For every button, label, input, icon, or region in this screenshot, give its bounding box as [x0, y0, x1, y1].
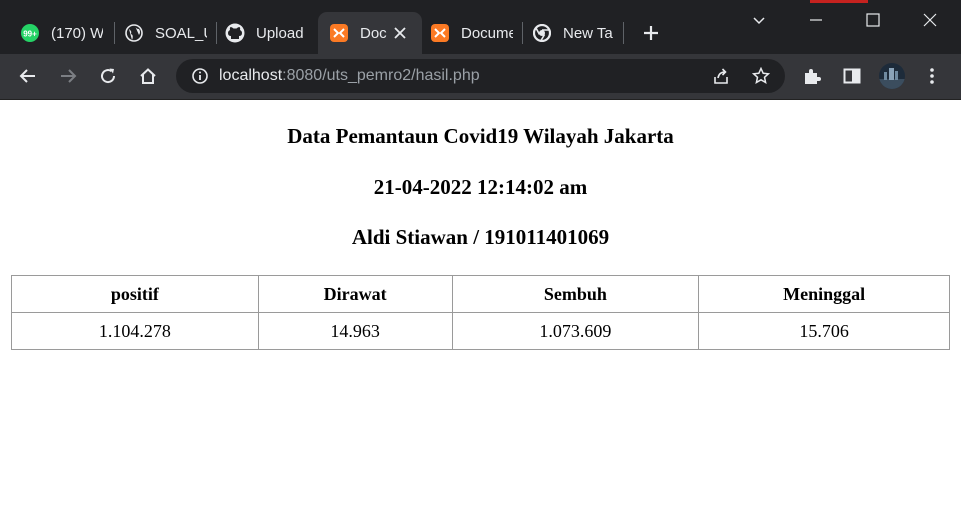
tab-title: (170) W [51, 24, 103, 42]
tab-separator [623, 22, 624, 44]
tab-title: Upload [256, 24, 304, 42]
cell-sembuh: 1.073.609 [451, 312, 700, 350]
arrow-right-icon [61, 69, 77, 83]
tab-title: New Tab [563, 24, 613, 42]
forward-button[interactable] [54, 62, 82, 90]
tab-soal[interactable]: SOAL_U [104, 12, 217, 54]
address-bar[interactable]: localhost:8080/uts_pemro2/hasil.php [176, 59, 785, 93]
home-button[interactable] [134, 62, 162, 90]
extensions-button[interactable] [798, 62, 826, 90]
covid-data-table: positif Dirawat Sembuh Meninggal 1.104.2… [11, 275, 950, 350]
window-accent-mark [810, 0, 868, 3]
cell-meninggal: 15.706 [698, 312, 950, 350]
reload-button[interactable] [94, 62, 122, 90]
tab-github[interactable]: Upload [205, 12, 318, 54]
table-header-row: positif Dirawat Sembuh Meninggal [11, 275, 950, 313]
side-panel-icon [843, 68, 861, 84]
home-icon [140, 68, 156, 84]
share-icon[interactable] [712, 67, 730, 85]
page-datetime: 21-04-2022 12:14:02 am [373, 175, 588, 199]
column-header-meninggal: Meninggal [698, 275, 950, 313]
profile-avatar[interactable] [878, 62, 906, 90]
browser-toolbar: localhost:8080/uts_pemro2/hasil.php [0, 54, 961, 100]
tab-search-button[interactable] [744, 6, 774, 34]
side-panel-button[interactable] [838, 62, 866, 90]
whatsapp-icon: 99+ [20, 23, 40, 43]
cell-positif: 1.104.278 [11, 312, 259, 350]
chrome-icon [532, 23, 552, 43]
globe-icon [124, 23, 144, 43]
xampp-icon [430, 23, 450, 43]
close-icon [923, 13, 937, 27]
chevron-down-icon [753, 17, 765, 25]
column-header-sembuh: Sembuh [451, 275, 700, 313]
xampp-icon [329, 23, 349, 43]
back-button[interactable] [14, 62, 42, 90]
maximize-button[interactable] [858, 6, 888, 34]
page-author: Aldi Stiawan / 191011401069 [351, 225, 610, 249]
page-content: Data Pemantaun Covid19 Wilayah Jakarta 2… [0, 100, 961, 523]
arrow-left-icon [19, 69, 35, 83]
info-icon[interactable] [191, 67, 209, 85]
reload-icon [101, 68, 116, 84]
close-window-button[interactable] [915, 6, 945, 34]
tab-new-tab[interactable]: New Tab [512, 12, 624, 54]
github-icon [225, 23, 245, 43]
tab-doc-active[interactable]: Doc [318, 12, 422, 54]
tab-title: Doc [360, 24, 387, 42]
minimize-button[interactable] [801, 6, 831, 34]
column-header-positif: positif [11, 275, 259, 313]
table-row: 1.104.278 14.963 1.073.609 15.706 [11, 312, 950, 350]
minimize-icon [810, 19, 822, 21]
tab-title: Docume [461, 24, 513, 42]
tab-title: SOAL_U [155, 24, 207, 42]
svg-text:99+: 99+ [23, 30, 37, 39]
column-header-dirawat: Dirawat [257, 275, 453, 313]
url-host: localhost [219, 67, 283, 84]
menu-button[interactable] [918, 62, 946, 90]
more-vertical-icon [930, 68, 934, 84]
new-tab-button[interactable] [638, 20, 664, 46]
tab-whatsapp[interactable]: 99+ (170) W [0, 12, 115, 54]
plus-icon [644, 26, 658, 40]
url-path: :8080/uts_pemro2/hasil.php [282, 67, 480, 84]
maximize-icon [866, 13, 880, 27]
url-text[interactable]: localhost:8080/uts_pemro2/hasil.php [219, 67, 480, 85]
close-tab-icon[interactable] [390, 23, 410, 43]
bookmark-star-icon[interactable] [751, 66, 771, 85]
tab-strip: 99+ (170) W SOAL_U Upload Doc Docume [0, 0, 961, 54]
puzzle-icon [805, 69, 821, 84]
page-heading: Data Pemantaun Covid19 Wilayah Jakarta [287, 124, 674, 148]
cell-dirawat: 14.963 [257, 312, 453, 350]
tab-document[interactable]: Docume [410, 12, 523, 54]
